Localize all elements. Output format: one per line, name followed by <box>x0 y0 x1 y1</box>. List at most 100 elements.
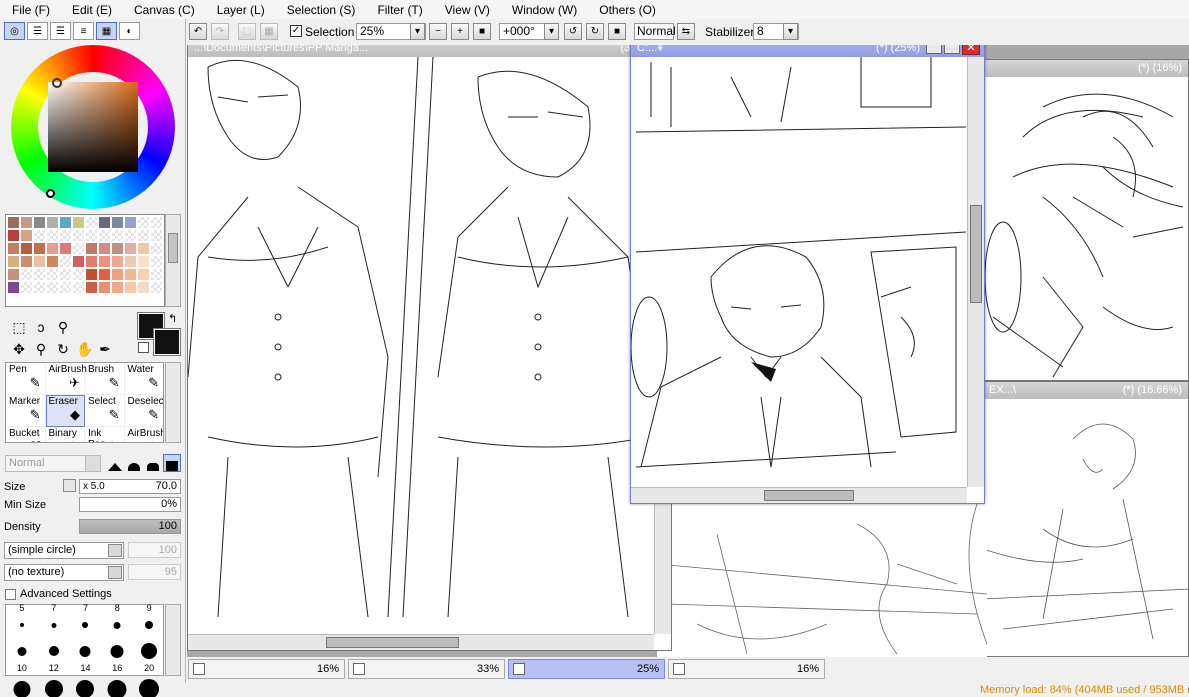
color-swatch[interactable] <box>150 281 163 294</box>
rgb-slider-tab-icon[interactable]: ☰ <box>27 22 48 40</box>
color-swatch[interactable] <box>111 255 124 268</box>
color-swatch[interactable] <box>7 242 20 255</box>
color-swatch[interactable] <box>150 242 163 255</box>
color-swatch[interactable] <box>59 229 72 242</box>
brush-eraser[interactable]: Eraser ◆ <box>45 395 85 427</box>
color-swatch[interactable] <box>85 281 98 294</box>
size-preset[interactable]: 35 <box>70 677 102 697</box>
magic-wand-icon[interactable]: ⚲ <box>52 316 74 338</box>
color-swatch[interactable] <box>111 281 124 294</box>
document-tab[interactable]: 25% <box>508 659 665 679</box>
color-swatch[interactable] <box>20 216 33 229</box>
canvas[interactable] <box>631 57 984 503</box>
document-tab[interactable]: 16% <box>668 659 825 679</box>
color-swatch[interactable] <box>72 255 85 268</box>
size-preset[interactable]: 16 <box>101 641 133 677</box>
minimize-icon[interactable] <box>926 45 942 54</box>
zoom-reset-icon[interactable]: ■ <box>473 23 491 40</box>
color-swatch[interactable] <box>98 242 111 255</box>
color-swatch[interactable] <box>20 242 33 255</box>
menu-filter[interactable]: Filter (T) <box>377 3 422 17</box>
size-preset[interactable]: 40 <box>101 677 133 697</box>
color-swatch[interactable] <box>150 268 163 281</box>
brush-marker[interactable]: Marker ✎ <box>6 395 46 427</box>
color-swatch[interactable] <box>33 229 46 242</box>
color-swatch[interactable] <box>124 281 137 294</box>
color-swatch[interactable] <box>98 255 111 268</box>
vertical-scrollbar[interactable] <box>967 57 984 487</box>
zoom-out-icon[interactable]: − <box>429 23 447 40</box>
size-preset[interactable]: 9 <box>133 603 165 641</box>
texture-select[interactable]: (no texture) <box>4 564 124 581</box>
brush-water[interactable]: Water ✎ <box>124 363 163 395</box>
shape-flat-icon[interactable] <box>145 455 161 471</box>
shape-sharp-icon[interactable] <box>107 455 123 471</box>
canvas[interactable] <box>188 56 671 650</box>
color-swatch[interactable] <box>46 255 59 268</box>
color-swatch[interactable] <box>124 216 137 229</box>
brush-airbrush[interactable]: AirBrush✈ <box>125 427 164 442</box>
document-window[interactable] <box>657 504 987 657</box>
rotate-left-icon[interactable]: ↺ <box>564 23 582 40</box>
color-swatch[interactable] <box>137 255 150 268</box>
eyedropper-icon[interactable]: ✒ <box>94 338 116 360</box>
background-color[interactable] <box>153 328 181 356</box>
color-swatch[interactable] <box>150 255 163 268</box>
color-swatch[interactable] <box>20 281 33 294</box>
menu-layer[interactable]: Layer (L) <box>217 3 265 17</box>
size-preset[interactable]: 50 <box>133 677 165 697</box>
brush-pen[interactable]: Pen ✎ <box>6 363 46 395</box>
scratchpad-tab-icon[interactable]: ◐ <box>119 22 140 40</box>
color-swatch[interactable] <box>59 242 72 255</box>
undo-icon[interactable]: ↶ <box>189 23 207 40</box>
color-swatch[interactable] <box>111 216 124 229</box>
color-swatch[interactable] <box>124 268 137 281</box>
menu-edit[interactable]: Edit (E) <box>72 3 112 17</box>
advanced-settings-checkbox[interactable] <box>5 589 16 600</box>
canvas[interactable] <box>983 399 1188 656</box>
brush-bucket[interactable]: Bucket⛶ <box>6 427 46 442</box>
color-wheel-tab-icon[interactable]: ◎ <box>4 22 25 40</box>
document-window[interactable]: EX...\ (*) (16.66%) <box>982 381 1189 657</box>
horizontal-scrollbar[interactable] <box>188 634 654 650</box>
document-window[interactable]: (*) (16%) <box>982 59 1189 381</box>
size-preset-scrollbar[interactable] <box>165 604 181 676</box>
color-swatch[interactable] <box>59 255 72 268</box>
color-swatch[interactable] <box>46 229 59 242</box>
selection-checkbox[interactable]: ✓ <box>290 25 302 37</box>
color-swatch[interactable] <box>85 216 98 229</box>
document-window[interactable]: ...\Documents\Pictures\PP Manga...(33.33… <box>187 45 672 651</box>
size-preset[interactable]: 5 <box>6 603 38 641</box>
swatch-scrollbar[interactable] <box>165 214 181 307</box>
rotation-reset-icon[interactable]: ■ <box>608 23 626 40</box>
menu-file[interactable]: File (F) <box>12 3 50 17</box>
size-preset[interactable]: 25 <box>6 677 38 697</box>
size-preset[interactable]: 14 <box>70 641 102 677</box>
color-swatch[interactable] <box>85 255 98 268</box>
color-swatch[interactable] <box>98 268 111 281</box>
swap-colors-icon[interactable]: ↰ <box>168 312 177 325</box>
brush-brush[interactable]: Brush ✎ <box>85 363 125 395</box>
saturation-value-square[interactable] <box>48 82 138 172</box>
color-swatch[interactable] <box>137 216 150 229</box>
color-swatch[interactable] <box>46 281 59 294</box>
color-swatch[interactable] <box>124 255 137 268</box>
view-mode-button[interactable]: Normal <box>634 23 676 40</box>
size-field[interactable]: x 5.0 70.0 <box>79 479 181 494</box>
invert-selection-icon[interactable]: ▦ <box>260 23 278 40</box>
color-swatch[interactable] <box>72 268 85 281</box>
maximize-icon[interactable] <box>944 45 960 54</box>
swatch-tab-icon[interactable]: ▦ <box>96 22 117 40</box>
color-swatch[interactable] <box>137 281 150 294</box>
color-swatch[interactable] <box>59 216 72 229</box>
document-window[interactable]: C:...¥ (*) (25%) ✕ <box>630 45 985 504</box>
color-swatch[interactable] <box>20 268 33 281</box>
color-swatch[interactable] <box>137 242 150 255</box>
menu-others[interactable]: Others (O) <box>599 3 656 17</box>
move-icon[interactable]: ✥ <box>8 338 30 360</box>
canvas[interactable] <box>983 77 1188 380</box>
reset-colors-icon[interactable] <box>138 342 149 353</box>
color-swatch[interactable] <box>98 216 111 229</box>
color-swatch[interactable] <box>7 281 20 294</box>
color-swatch[interactable] <box>59 268 72 281</box>
